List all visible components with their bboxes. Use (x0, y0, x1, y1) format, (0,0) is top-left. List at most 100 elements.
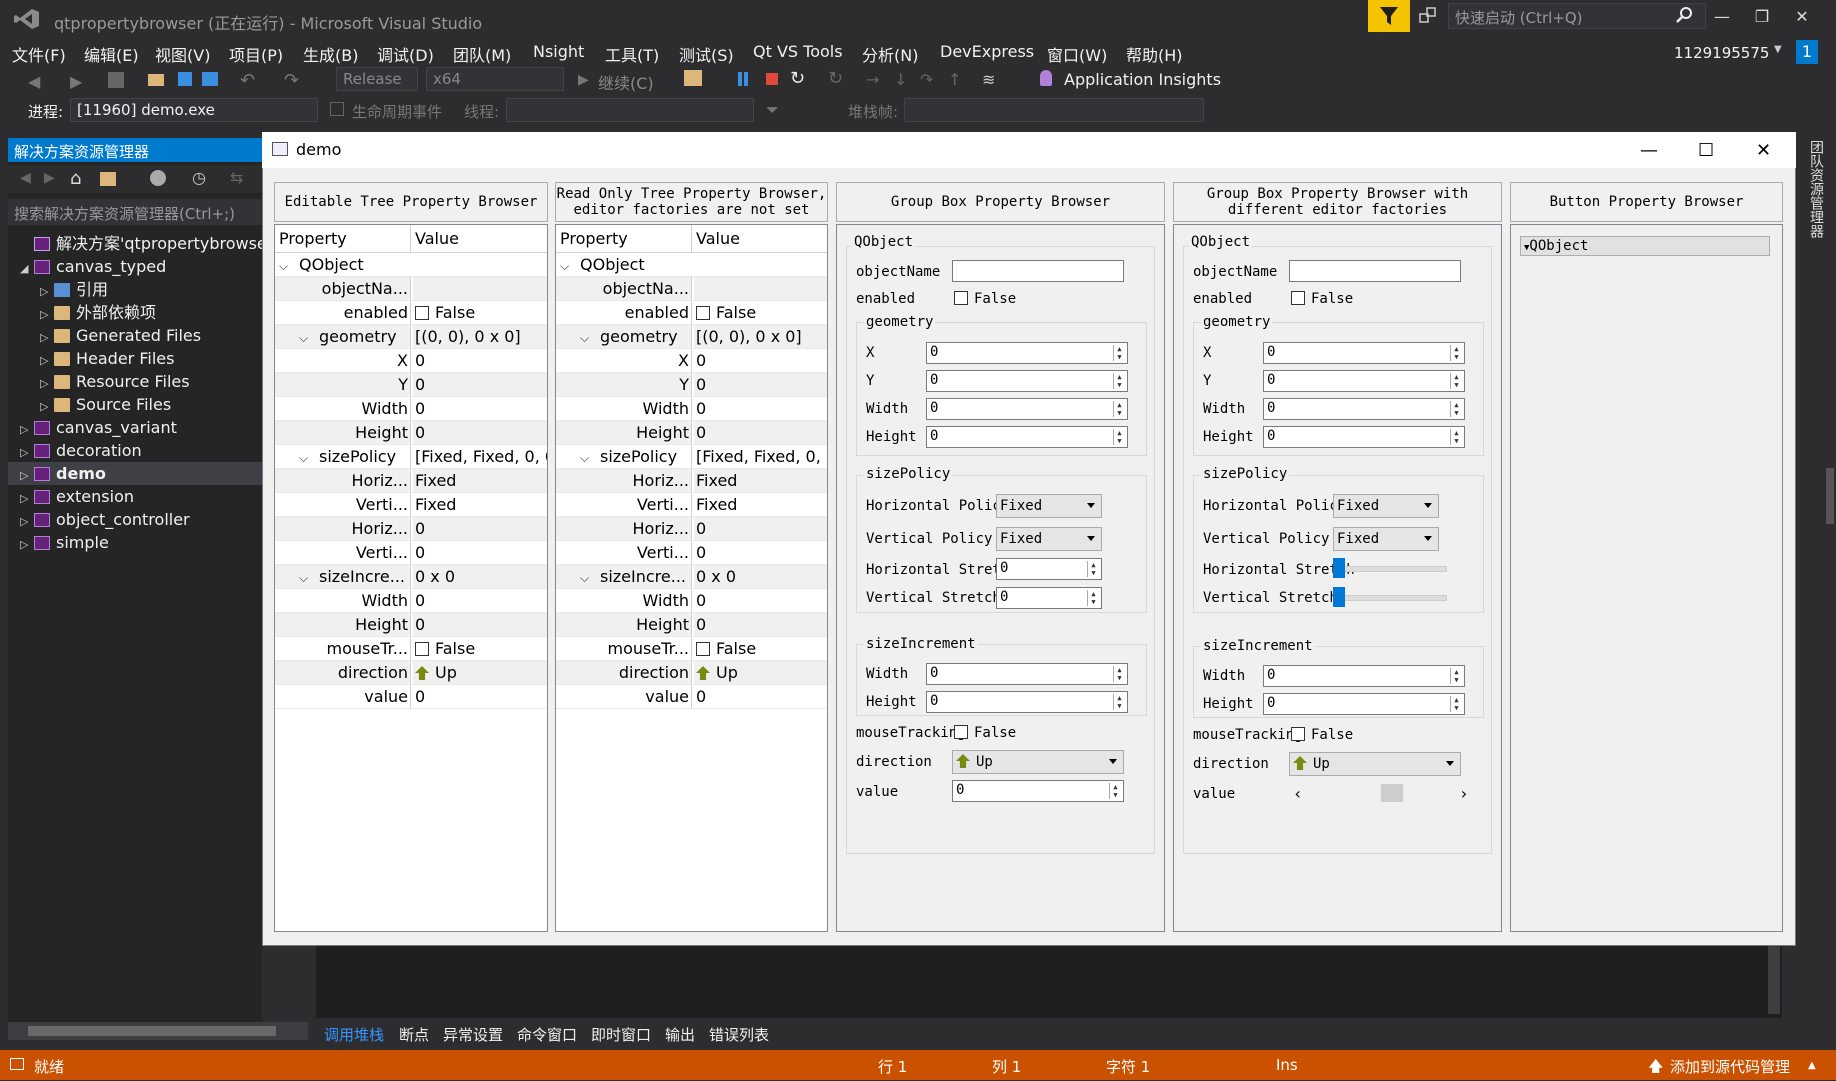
tree-node-extension[interactable]: ▷ extension (20, 485, 134, 508)
direction-combo[interactable]: Up (952, 750, 1124, 774)
table-row[interactable]: Height 0 (556, 421, 827, 445)
menu-qt-vs-tools[interactable]: Qt VS Tools (753, 42, 843, 61)
redo-icon[interactable]: ↷ (284, 70, 299, 91)
table-row[interactable]: Width 0 (556, 397, 827, 421)
value-cell[interactable]: 0 x 0 (694, 565, 827, 588)
mousetracking-checkbox[interactable]: False (954, 725, 1016, 741)
tree-node-header-files[interactable]: ▷ Header Files (40, 347, 174, 370)
value-cell[interactable]: 0 x 0 (413, 565, 547, 588)
value-cell[interactable]: [Fixed, Fixed, 0, 0] (413, 445, 547, 468)
value-column-header[interactable]: Value (694, 225, 827, 252)
table-row[interactable]: direction Up (275, 661, 547, 685)
mousetracking-checkbox[interactable]: False (1291, 727, 1353, 743)
value-cell[interactable]: Fixed (694, 493, 827, 516)
x-spinbox[interactable]: 0 ▲ ▼ (926, 342, 1128, 364)
tab-exception-settings[interactable]: 异常设置 (443, 1024, 503, 1045)
qobject-expand-button[interactable]: ▼QObject (1520, 236, 1770, 256)
horizontal-policy-combo[interactable]: Fixed (996, 494, 1102, 518)
add-to-source-control-button[interactable]: 添加到源代码管理 (1670, 1056, 1790, 1077)
value-cell[interactable]: 0 (694, 349, 827, 372)
tree-node-[interactable]: ▷ 引用 (40, 278, 108, 301)
expand-arrow-icon[interactable]: ▷ (40, 303, 54, 326)
increment-height-spinbox[interactable]: 0 ▲ ▼ (926, 691, 1128, 713)
table-row[interactable]: ⌵ sizeIncre... 0 x 0 (556, 565, 827, 589)
menu-file[interactable]: 文件(F) (12, 42, 66, 66)
new-project-icon[interactable] (108, 72, 124, 88)
spinbox-arrows-icon[interactable]: ▲ ▼ (1450, 668, 1462, 684)
value-cell[interactable]: Fixed (413, 469, 547, 492)
spinbox-arrows-icon[interactable]: ▲ ▼ (1113, 429, 1125, 445)
hex-display-icon[interactable]: ≋ (982, 70, 995, 89)
value-cell[interactable]: 0 (413, 397, 547, 420)
table-row[interactable]: Horiz... 0 (275, 517, 547, 541)
collapse-all-icon[interactable]: ⇆ (230, 168, 243, 187)
enabled-checkbox[interactable]: False (954, 291, 1016, 307)
collapse-arrow-icon[interactable]: ⌵ (580, 566, 600, 588)
chevron-down-icon[interactable]: ▼ (1774, 44, 1782, 55)
value-cell[interactable]: 0 (694, 613, 827, 636)
tab-error-list[interactable]: 错误列表 (709, 1024, 769, 1045)
value-cell[interactable]: False (694, 637, 827, 660)
value-cell[interactable]: False (413, 301, 547, 324)
expand-arrow-icon[interactable]: ▷ (20, 418, 34, 441)
pending-changes-icon[interactable]: ◷ (192, 168, 206, 187)
spinbox-arrows-icon[interactable]: ▲ ▼ (1087, 590, 1099, 606)
checkbox[interactable] (1291, 727, 1305, 741)
save-all-icon[interactable] (202, 72, 218, 86)
table-row[interactable]: Height 0 (556, 613, 827, 637)
home-icon[interactable]: ⌂ (70, 168, 81, 189)
menu-build[interactable]: 生成(B) (303, 42, 358, 66)
tab-output[interactable]: 输出 (665, 1024, 695, 1045)
feedback-filter-button[interactable] (1368, 0, 1410, 32)
table-row[interactable]: ⌵ QObject (275, 253, 547, 277)
forward-icon[interactable]: ▶ (70, 72, 82, 91)
configuration-select[interactable]: Release (336, 67, 418, 91)
height-spinbox[interactable]: 0 ▲ ▼ (926, 426, 1128, 448)
x-spinbox[interactable]: 0 ▲ ▼ (1263, 342, 1465, 364)
notification-badge[interactable]: 1 (1796, 40, 1818, 64)
objectname-input[interactable] (952, 260, 1124, 282)
collapse-arrow-icon[interactable]: ◢ (20, 257, 34, 280)
table-row[interactable]: Verti... Fixed (556, 493, 827, 517)
vertical-policy-combo[interactable]: Fixed (1333, 527, 1439, 551)
property-column-header[interactable]: Property (556, 225, 692, 252)
table-row[interactable]: Height 0 (275, 421, 547, 445)
value-cell[interactable]: 0 (413, 349, 547, 372)
height-spinbox[interactable]: 0 ▲ ▼ (1263, 426, 1465, 448)
value-cell[interactable]: 0 (413, 421, 547, 444)
value-cell[interactable]: 0 (413, 685, 547, 708)
expand-arrow-icon[interactable]: ▷ (20, 533, 34, 556)
spinbox-arrows-icon[interactable]: ▲ ▼ (1450, 345, 1462, 361)
checkbox[interactable] (954, 291, 968, 305)
tree-node-canvas-typed[interactable]: ◢ canvas_typed (20, 255, 166, 278)
menu-view[interactable]: 视图(V) (155, 42, 210, 66)
tree-node-[interactable]: ▷ 外部依赖项 (40, 301, 156, 324)
application-insights-button[interactable]: Application Insights (1064, 70, 1221, 89)
spinbox-arrows-icon[interactable]: ▲ ▼ (1450, 401, 1462, 417)
table-row[interactable]: Width 0 (275, 397, 547, 421)
table-row[interactable]: Horiz... Fixed (556, 469, 827, 493)
value-cell[interactable] (694, 277, 827, 300)
table-row[interactable]: direction Up (556, 661, 827, 685)
value-cell[interactable] (413, 277, 547, 300)
sync-icon[interactable] (150, 170, 166, 186)
thread-select[interactable] (506, 98, 754, 122)
scrollbar-thumb[interactable] (1381, 784, 1403, 802)
checkbox[interactable] (696, 306, 710, 320)
width-spinbox[interactable]: 0 ▲ ▼ (1263, 398, 1465, 420)
vertical-policy-combo[interactable]: Fixed (996, 527, 1102, 551)
quick-launch-input[interactable]: 快速启动 (Ctrl+Q) (1448, 3, 1706, 29)
expand-arrow-icon[interactable]: ▷ (20, 510, 34, 533)
y-spinbox[interactable]: 0 ▲ ▼ (926, 370, 1128, 392)
table-row[interactable]: Verti... 0 (556, 541, 827, 565)
value-cell[interactable]: 0 (694, 517, 827, 540)
minimize-icon[interactable]: — (1704, 4, 1740, 30)
solution-search-input[interactable]: 搜索解决方案资源管理器(Ctrl+;) (8, 199, 262, 225)
table-row[interactable]: Y0 (275, 373, 547, 397)
collapse-arrow-icon[interactable]: ⌵ (299, 326, 319, 348)
spinbox-arrows-icon[interactable]: ▲ ▼ (1113, 694, 1125, 710)
platform-select[interactable]: x64 (426, 67, 564, 91)
table-row[interactable]: Y0 (556, 373, 827, 397)
collapse-arrow-icon[interactable]: ⌵ (580, 326, 600, 348)
back-icon[interactable]: ◀ (20, 170, 31, 186)
